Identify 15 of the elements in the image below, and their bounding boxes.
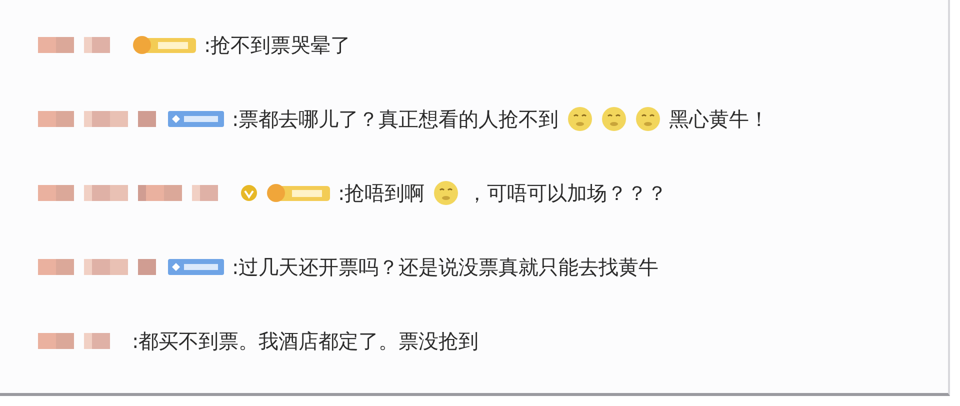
- emoji-icon: [432, 180, 459, 206]
- comment-text: :都买不到票。我酒店都定了。票没抢到: [132, 328, 479, 354]
- fan-badge-icon: [266, 183, 330, 203]
- emoji-icon: [634, 106, 661, 132]
- comment-text: ，可唔可以加场？？？: [466, 180, 667, 206]
- comment-text: :抢唔到啊: [338, 180, 425, 206]
- comment-text: 黑心黄牛！: [668, 106, 769, 132]
- fan-badge-icon: [168, 110, 224, 128]
- emoji-icon: [566, 106, 593, 132]
- fan-badge-icon: [132, 35, 196, 55]
- comment-text: :抢不到票哭晕了: [204, 32, 351, 58]
- fan-badge-icon: [168, 258, 224, 276]
- emoji-icon: [600, 106, 627, 132]
- comment-text: :票都去哪儿了？真正想看的人抢不到: [232, 106, 559, 132]
- comment-text: :过几天还开票吗？还是说没票真就只能去找黄牛: [232, 254, 659, 280]
